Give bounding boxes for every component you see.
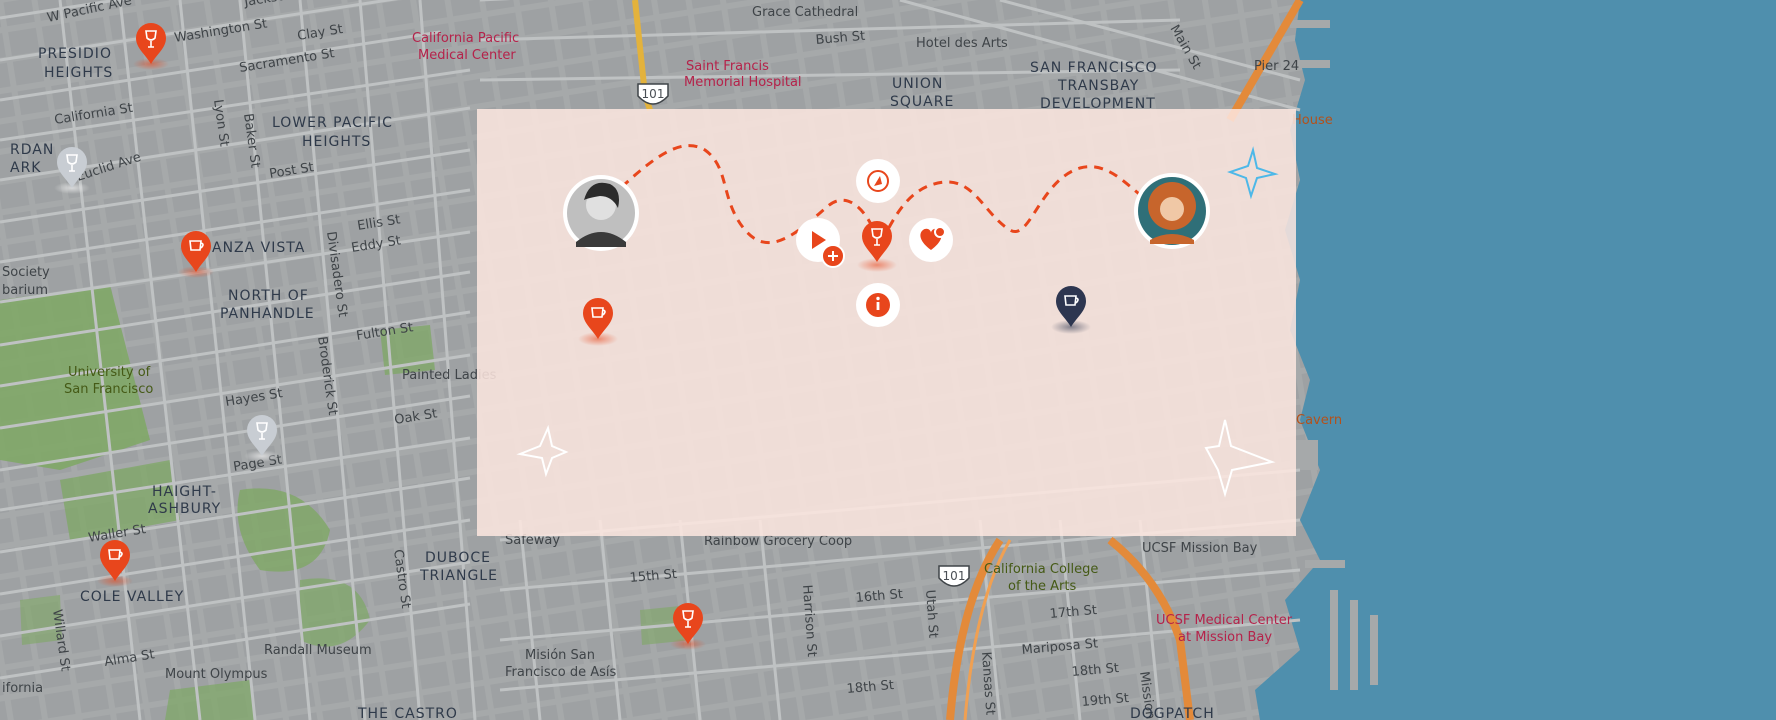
neighborhood-label: SAN FRANCISCO	[1030, 60, 1158, 76]
place-label: Medical Center	[418, 48, 516, 63]
neighborhood-label: PANHANDLE	[220, 306, 315, 322]
place-label: barium	[2, 283, 48, 298]
city-map[interactable]: W Pacific Ave Jackson Washington St Clay…	[0, 0, 1776, 720]
neighborhood-label: ANZA VISTA	[212, 240, 305, 256]
wine-marker[interactable]	[670, 603, 706, 650]
neighborhood-label: LOWER PACIFIC	[272, 115, 393, 131]
coffee-marker[interactable]	[178, 231, 214, 278]
place-label: of the Arts	[1008, 579, 1076, 594]
neighborhood-label: NORTH OF	[228, 288, 309, 304]
neighborhood-label: TRANSBAY	[1057, 78, 1139, 94]
place-label: Grace Cathedral	[752, 5, 858, 20]
svg-text:101: 101	[642, 87, 665, 101]
neighborhood-label: HAIGHT-	[152, 484, 217, 500]
neighborhood-label: ARK	[10, 160, 42, 176]
neighborhood-label: HEIGHTS	[44, 65, 113, 81]
neighborhood-label: COLE VALLEY	[80, 589, 184, 605]
place-label: House	[1292, 113, 1333, 128]
avatar-male[interactable]	[563, 175, 639, 251]
place-label: Hotel des Arts	[916, 36, 1008, 51]
place-label: San Francisco	[64, 382, 153, 397]
neighborhood-label: ASHBURY	[148, 501, 221, 517]
neighborhood-label: UNION	[892, 76, 943, 92]
avatar-female[interactable]	[1134, 173, 1210, 249]
overlay-panel	[477, 109, 1296, 536]
place-label: California Pacific	[412, 31, 519, 46]
place-label: Society	[2, 265, 50, 280]
neighborhood-label: RDAN	[10, 142, 54, 158]
place-label: Mount Olympus	[165, 667, 268, 682]
compass-button[interactable]	[856, 159, 900, 203]
place-label: UCSF Mission Bay	[1142, 541, 1258, 556]
place-label: at Mission Bay	[1178, 630, 1272, 645]
neighborhood-label: THE CASTRO	[357, 706, 458, 720]
info-button[interactable]	[856, 283, 900, 327]
neighborhood-label: PRESIDIO	[38, 46, 112, 62]
neighborhood-label: SQUARE	[890, 94, 954, 110]
neighborhood-label: HEIGHTS	[302, 134, 371, 150]
place-label: University of	[68, 365, 151, 380]
neighborhood-label: DUBOCE	[425, 550, 491, 566]
place-label: Pier 24	[1254, 59, 1299, 74]
neighborhood-label: TRIANGLE	[419, 568, 498, 584]
favorite-button[interactable]	[909, 218, 953, 262]
place-label: Cavern	[1296, 413, 1342, 428]
wine-marker-inactive[interactable]	[244, 415, 280, 462]
svg-text:101: 101	[943, 569, 966, 583]
place-label: Misión San	[525, 648, 595, 663]
place-label: Memorial Hospital	[684, 75, 802, 90]
wine-marker[interactable]	[133, 23, 169, 70]
wine-marker-inactive[interactable]	[54, 147, 90, 194]
place-label: Saint Francis	[686, 59, 769, 74]
place-label: California College	[984, 562, 1098, 577]
place-label: Rainbow Grocery Coop	[704, 534, 852, 549]
place-label: ifornia	[2, 681, 43, 696]
neighborhood-label: DOGPATCH	[1130, 706, 1215, 720]
place-label: UCSF Medical Center	[1156, 613, 1293, 628]
place-label: Randall Museum	[264, 643, 372, 658]
coffee-marker[interactable]	[97, 540, 133, 587]
place-label: Francisco de Asís	[505, 665, 617, 680]
